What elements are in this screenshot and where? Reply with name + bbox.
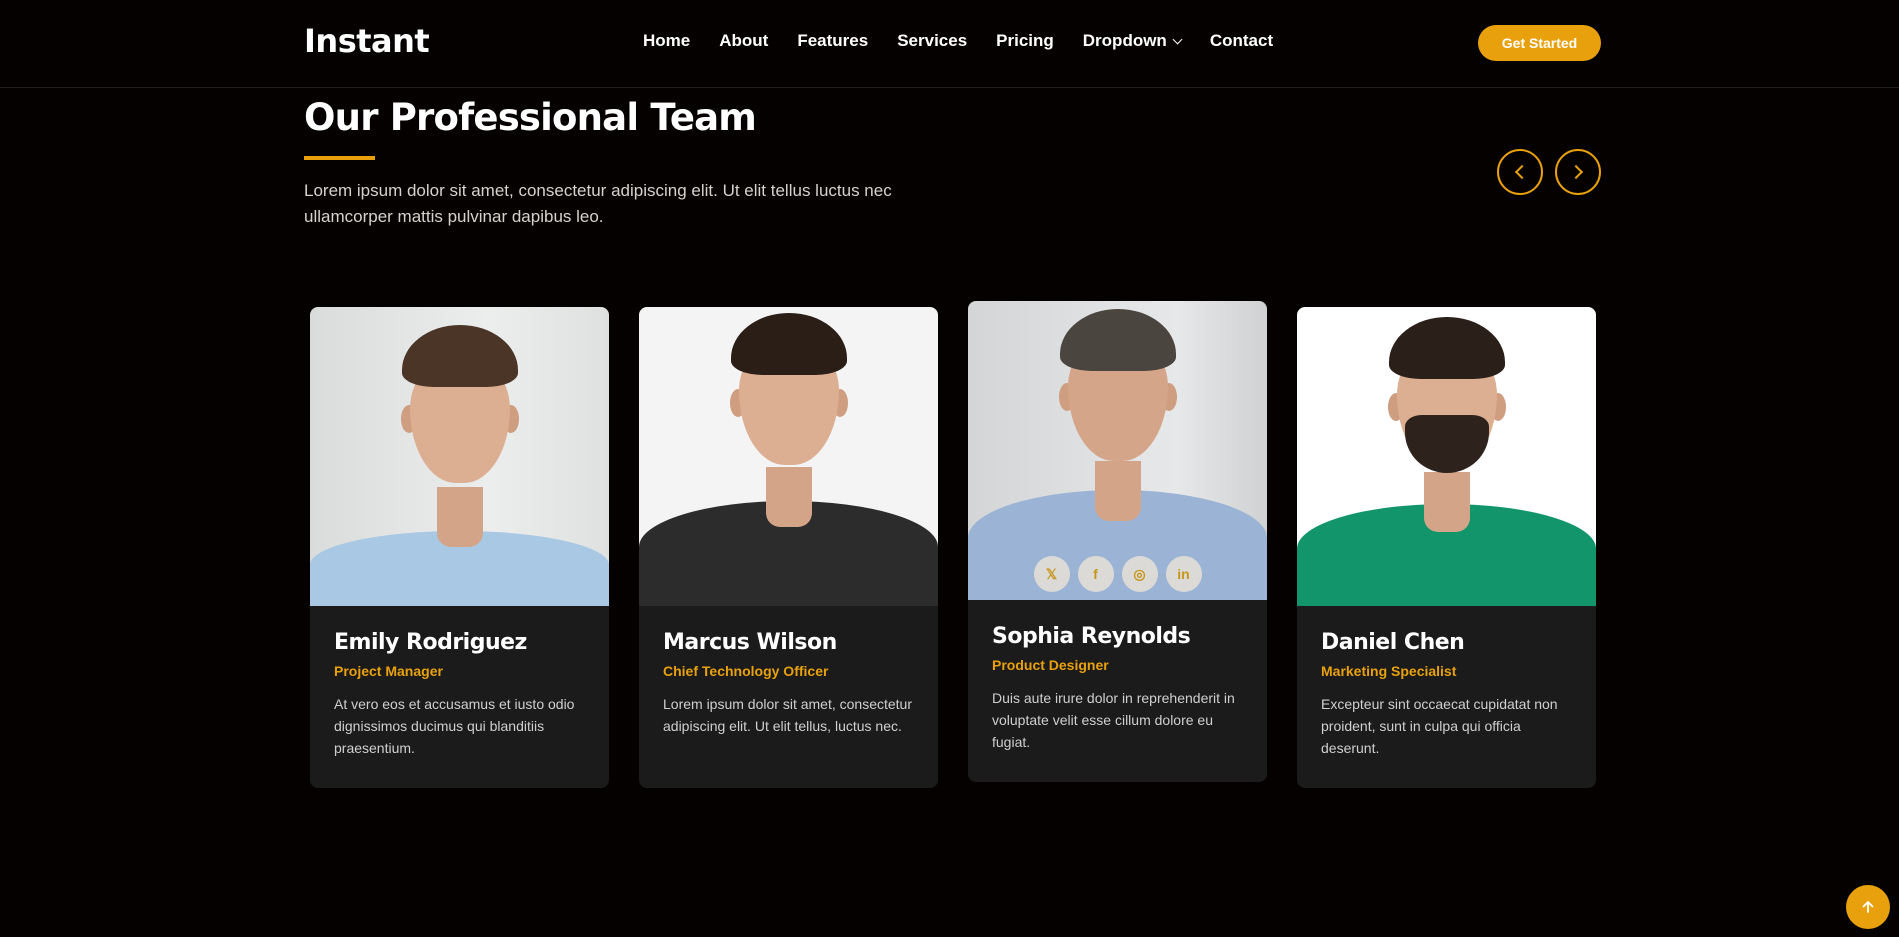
nav-services[interactable]: Services [897, 31, 967, 51]
nav-dropdown[interactable]: Dropdown [1082, 31, 1183, 51]
nav-home[interactable]: Home [643, 31, 690, 51]
site-header: Instant Home About Features Services Pri… [0, 0, 1899, 88]
member-bio: Lorem ipsum dolor sit amet, consectetur … [663, 696, 912, 734]
team-card-info: Sophia Reynolds Product Designer Duis au… [968, 600, 1267, 782]
nav-pricing[interactable]: Pricing [996, 31, 1054, 51]
nav-features[interactable]: Features [797, 31, 868, 51]
team-card-info: Emily Rodriguez Project Manager At vero … [310, 606, 609, 788]
get-started-button[interactable]: Get Started [1478, 25, 1601, 61]
nav-about[interactable]: About [719, 31, 768, 51]
carousel-prev-button[interactable] [1497, 149, 1543, 195]
team-card[interactable]: 𝕏 f ◎ in Sophia Reynolds Product Designe… [968, 301, 1267, 782]
team-card-info: Daniel Chen Marketing Specialist Excepte… [1297, 606, 1596, 788]
member-name: Marcus Wilson [663, 630, 837, 655]
member-name: Emily Rodriguez [334, 630, 527, 655]
section-description: Lorem ipsum dolor sit amet, consectetur … [304, 181, 892, 226]
social-links: 𝕏 f ◎ in [968, 556, 1267, 592]
title-underline [304, 156, 375, 160]
section-title: Our Professional Team [304, 96, 757, 139]
linkedin-icon[interactable]: in [1165, 556, 1202, 592]
arrow-up-icon [1862, 901, 1874, 913]
facebook-icon[interactable]: f [1077, 556, 1114, 592]
team-card-info: Marcus Wilson Chief Technology Officer L… [639, 606, 938, 788]
team-member-photo: 𝕏 f ◎ in [968, 301, 1267, 600]
member-name: Daniel Chen [1321, 630, 1465, 655]
team-card[interactable]: Daniel Chen Marketing Specialist Excepte… [1297, 307, 1596, 788]
chevron-right-icon [1568, 164, 1584, 180]
chevron-left-icon [1514, 164, 1530, 180]
site-logo[interactable]: Instant [304, 22, 430, 60]
carousel-next-button[interactable] [1555, 149, 1601, 195]
main-nav: Home About Features Services Pricing Dro… [643, 31, 1302, 51]
member-bio: Excepteur sint occaecat cupidatat non pr… [1321, 696, 1558, 756]
member-role: Chief Technology Officer [663, 663, 829, 679]
team-member-photo [639, 307, 938, 606]
nav-contact[interactable]: Contact [1210, 31, 1273, 51]
member-bio: Duis aute irure dolor in reprehenderit i… [992, 690, 1235, 750]
nav-dropdown-label: Dropdown [1082, 31, 1167, 50]
member-name: Sophia Reynolds [992, 624, 1191, 649]
member-role: Marketing Specialist [1321, 663, 1457, 679]
instagram-icon[interactable]: ◎ [1121, 556, 1158, 592]
team-member-photo [1297, 307, 1596, 606]
team-card[interactable]: Emily Rodriguez Project Manager At vero … [310, 307, 609, 788]
member-role: Product Designer [992, 657, 1109, 673]
team-card[interactable]: Marcus Wilson Chief Technology Officer L… [639, 307, 938, 788]
x-icon[interactable]: 𝕏 [1033, 556, 1070, 592]
chevron-down-icon [1172, 34, 1183, 44]
member-role: Project Manager [334, 663, 443, 679]
team-member-photo [310, 307, 609, 606]
scroll-to-top-button[interactable] [1846, 885, 1890, 929]
member-bio: At vero eos et accusamus et iusto odio d… [334, 696, 575, 756]
